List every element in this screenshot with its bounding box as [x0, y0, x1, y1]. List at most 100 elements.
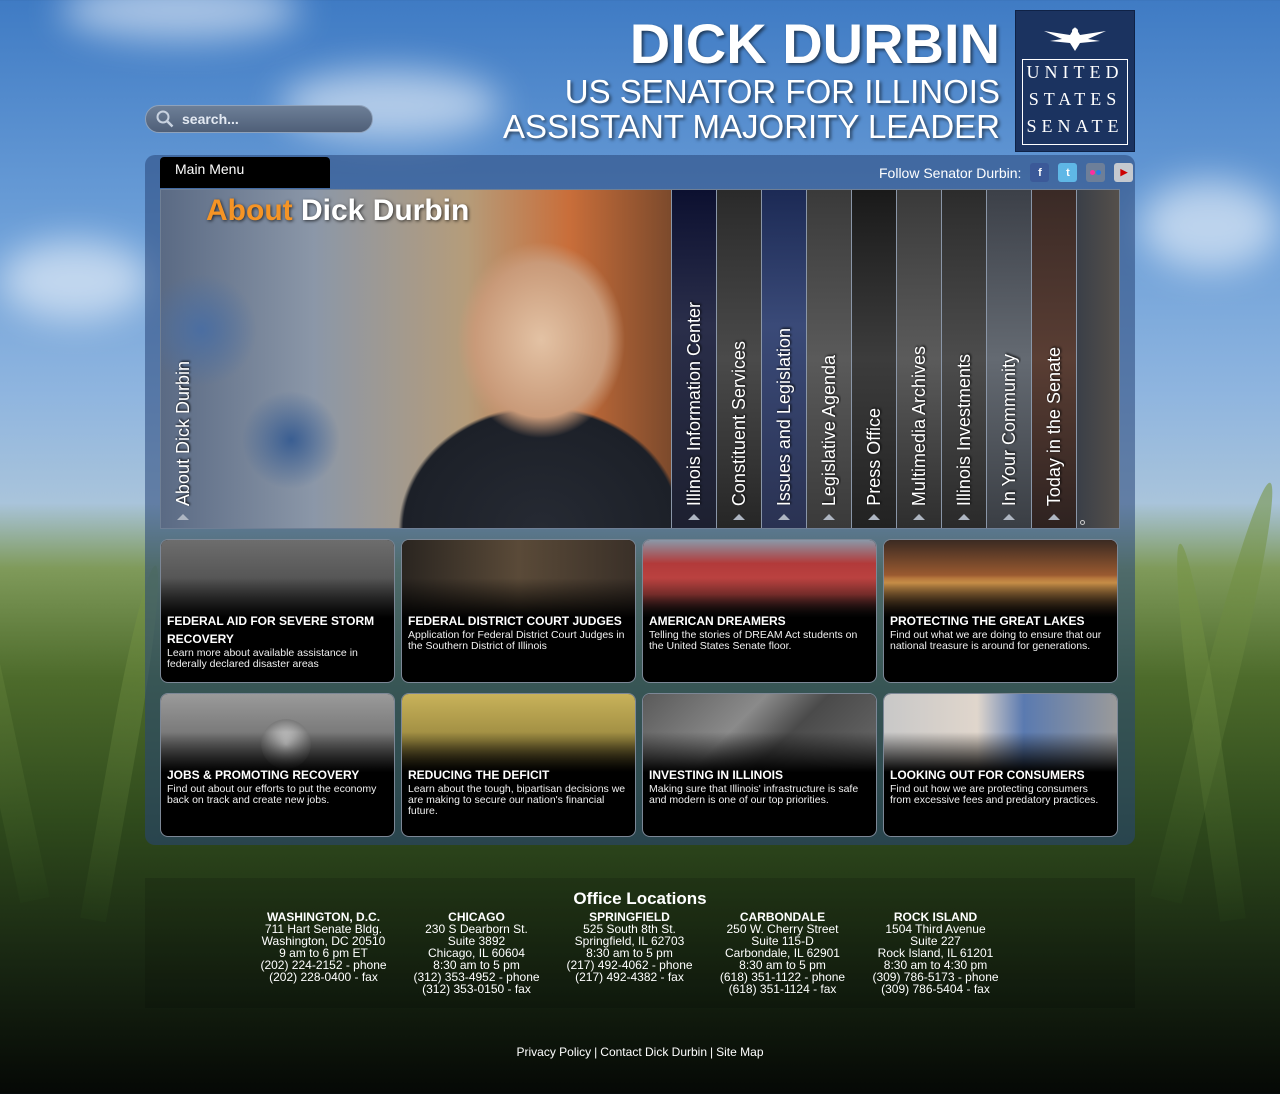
eagle-icon [1044, 27, 1106, 51]
about-title: About Dick Durbin [206, 194, 469, 228]
tab-label: Press Office [863, 408, 884, 506]
up-arrow-icon [823, 514, 835, 520]
tab-issues-and-legislation[interactable]: Issues and Legislation [761, 190, 806, 528]
footer: Privacy Policy | Contact Dick Durbin | Site … [0, 1045, 1280, 1059]
up-arrow-icon [778, 514, 790, 520]
up-arrow-icon [913, 514, 925, 520]
feature-slider: About Dick Durbin About Dick Durbin Illi… [160, 189, 1120, 529]
card-image [402, 540, 635, 618]
card-desc: Find out what we are doing to ensure tha… [890, 629, 1102, 652]
section-tabs: Illinois Information Center Constituent … [671, 190, 1119, 528]
up-arrow-icon [1048, 514, 1060, 520]
card-image [402, 694, 635, 772]
card-storm-recovery[interactable]: FEDERAL AID FOR SEVERE STORM RECOVERY Lea… [160, 539, 395, 683]
card-desc: Find out about our efforts to put the ec… [167, 783, 377, 806]
header-line-1: US SENATOR FOR ILLINOIS [564, 73, 1000, 110]
search-icon[interactable] [156, 110, 174, 128]
card-investing-illinois[interactable]: INVESTING IN ILLINOIS Making sure that Il… [642, 693, 877, 837]
tab-label: In Your Community [998, 353, 1019, 506]
tab-label: Illinois Investments [953, 353, 974, 506]
card-desc: Find out how we are protecting consumers… [890, 783, 1099, 806]
tab-label: Issues and Legislation [773, 327, 794, 506]
card-title: AMERICAN DREAMERS [649, 614, 786, 628]
card-title: FEDERAL AID FOR SEVERE STORM RECOVERY [167, 614, 375, 646]
up-arrow-icon [958, 514, 970, 520]
tab-label: Legislative Agenda [818, 354, 839, 506]
card-desc: Learn about the tough, bipartisan decisi… [408, 783, 626, 817]
footer-separator: | [710, 1045, 714, 1059]
header-line-2: ASSISTANT MAJORITY LEADER [503, 108, 1000, 145]
card-image [161, 540, 394, 618]
card-title: PROTECTING THE GREAT LAKES [890, 614, 1085, 628]
tab-label: Illinois Information Center [683, 301, 704, 506]
card-image [643, 540, 876, 618]
card-jobs-recovery[interactable]: JOBS & PROMOTING RECOVERY Find out about … [160, 693, 395, 837]
card-desc: Telling the stories of DREAM Act student… [649, 629, 858, 652]
about-panel[interactable]: About Dick Durbin About Dick Durbin [161, 190, 671, 528]
card-title: LOOKING OUT FOR CONSUMERS [890, 768, 1085, 782]
card-title: FEDERAL DISTRICT COURT JUDGES [408, 614, 622, 628]
office-rock-island: ROCK ISLAND 1504 Third Avenue Suite 227 … [859, 911, 1012, 995]
up-arrow-icon [688, 514, 700, 520]
card-image [884, 540, 1117, 618]
office-washington: WASHINGTON, D.C. 711 Hart Senate Bldg. W… [247, 911, 400, 995]
tab-multimedia-archives[interactable]: Multimedia Archives [896, 190, 941, 528]
footer-separator: | [594, 1045, 598, 1059]
logo-word-senate: SENATE [1026, 116, 1124, 136]
office-line: (312) 353-0150 - fax [422, 982, 531, 996]
contact-link[interactable]: Contact Dick Durbin [600, 1045, 707, 1059]
about-title-accent: About [206, 194, 293, 227]
tab-label: Multimedia Archives [908, 345, 929, 506]
office-line: (217) 492-4382 - fax [575, 970, 684, 984]
card-american-dreamers[interactable]: AMERICAN DREAMERS Telling the stories of … [642, 539, 877, 683]
logo-word-states: STATES [1028, 89, 1122, 109]
office-springfield: SPRINGFIELD 525 South 8th St. Springfiel… [553, 911, 706, 995]
privacy-policy-link[interactable]: Privacy Policy [516, 1045, 591, 1059]
up-arrow-icon [1003, 514, 1015, 520]
tab-label: Constituent Services [728, 340, 749, 506]
card-title: REDUCING THE DEFICIT [408, 768, 550, 782]
tab-legislative-agenda[interactable]: Legislative Agenda [806, 190, 851, 528]
card-title: INVESTING IN ILLINOIS [649, 768, 784, 782]
card-image [884, 694, 1117, 772]
card-desc: Making sure that Illinois' infrastructur… [649, 783, 859, 806]
up-arrow-icon [177, 514, 189, 520]
main-menu-tab[interactable]: Main Menu [160, 157, 330, 188]
tab-press-office[interactable]: Press Office [851, 190, 896, 528]
youtube-icon[interactable]: ▶ [1114, 163, 1134, 182]
card-court-judges[interactable]: FEDERAL DISTRICT COURT JUDGES Application… [401, 539, 636, 683]
facebook-icon[interactable]: f [1030, 163, 1050, 182]
search-input[interactable] [182, 111, 362, 127]
offices-title: Office Locations [573, 889, 707, 908]
office-chicago: CHICAGO 230 S Dearborn St. Suite 3892 Ch… [400, 911, 553, 995]
site-map-link[interactable]: Site Map [716, 1045, 763, 1059]
logo-word-united: UNITED [1026, 62, 1124, 82]
card-desc: Application for Federal District Court J… [408, 629, 625, 652]
follow-label: Follow Senator Durbin: [879, 164, 1022, 181]
tab-illinois-investments[interactable]: Illinois Investments [941, 190, 986, 528]
senator-name: DICK DURBIN [629, 12, 1000, 75]
slider-indicator-dot[interactable] [1080, 520, 1085, 525]
card-title: JOBS & PROMOTING RECOVERY [167, 768, 360, 782]
follow-bar: Follow Senator Durbin: f t ▶ [879, 163, 1134, 182]
office-list: WASHINGTON, D.C. 711 Hart Senate Bldg. W… [247, 911, 1012, 995]
tab-label: Today in the Senate [1043, 346, 1064, 506]
flickr-icon[interactable] [1086, 163, 1106, 182]
site-header: DICK DURBIN US SENATOR FOR ILLINOIS ASSI… [503, 12, 1000, 145]
card-image [161, 694, 394, 772]
card-consumers[interactable]: LOOKING OUT FOR CONSUMERS Find out how we… [883, 693, 1118, 837]
card-reducing-deficit[interactable]: REDUCING THE DEFICIT Learn about the toug… [401, 693, 636, 837]
card-great-lakes[interactable]: PROTECTING THE GREAT LAKES Find out what … [883, 539, 1118, 683]
tab-about-dick-durbin[interactable]: About Dick Durbin [173, 361, 194, 506]
office-carbondale: CARBONDALE 250 W. Cherry Street Suite 11… [706, 911, 859, 995]
tab-constituent-services[interactable]: Constituent Services [716, 190, 761, 528]
tab-today-in-the-senate[interactable]: Today in the Senate [1031, 190, 1076, 528]
up-arrow-icon [868, 514, 880, 520]
office-line: (202) 228-0400 - fax [269, 970, 378, 984]
tab-illinois-information-center[interactable]: Illinois Information Center [671, 190, 716, 528]
search-box[interactable] [145, 105, 373, 133]
twitter-icon[interactable]: t [1058, 163, 1078, 182]
slider-end-panel [1076, 190, 1119, 528]
tab-in-your-community[interactable]: In Your Community [986, 190, 1031, 528]
united-states-senate-logo[interactable]: UNITED STATES SENATE [1015, 10, 1135, 152]
